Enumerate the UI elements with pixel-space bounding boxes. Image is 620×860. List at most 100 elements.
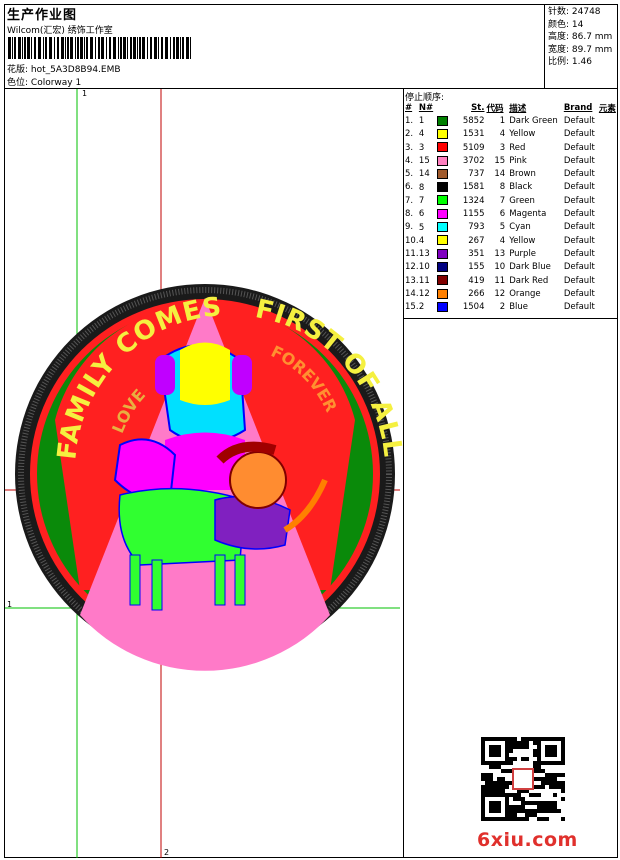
- qr-module: [533, 801, 537, 805]
- qr-module: [529, 793, 533, 797]
- qr-module: [509, 805, 513, 809]
- qr-module: [561, 749, 565, 753]
- qr-module: [509, 741, 513, 745]
- qr-module: [505, 805, 509, 809]
- qr-module: [545, 809, 549, 813]
- qr-module: [561, 757, 565, 761]
- qr-module: [497, 765, 501, 769]
- qr-module: [525, 813, 529, 817]
- qr-module: [533, 813, 537, 817]
- qr-module: [561, 781, 565, 785]
- qr-module: [481, 785, 485, 789]
- top-dog-ear-right: [232, 355, 252, 395]
- qr-module: [501, 793, 505, 797]
- guide-label-top: 1: [82, 89, 88, 98]
- green-dog-leg: [234, 554, 246, 606]
- qr-module: [497, 817, 501, 821]
- qr-module: [509, 813, 513, 817]
- qr-module: [521, 805, 525, 809]
- qr-module: [497, 737, 501, 741]
- qr-module: [517, 797, 521, 801]
- qr-module: [525, 757, 529, 761]
- qr-module: [489, 781, 493, 785]
- qr-module: [505, 793, 509, 797]
- qr-module: [501, 777, 505, 781]
- qr-module: [517, 817, 521, 821]
- qr-module: [541, 761, 545, 765]
- qr-module: [549, 745, 553, 749]
- qr-module: [497, 753, 501, 757]
- qr-module: [489, 801, 493, 805]
- orange-dog-head: [229, 451, 287, 509]
- qr-module: [545, 781, 549, 785]
- qr-module: [489, 765, 493, 769]
- qr-module: [533, 809, 537, 813]
- qr-module: [557, 809, 561, 813]
- qr-module: [505, 813, 509, 817]
- qr-module: [541, 769, 545, 773]
- qr-module: [561, 773, 565, 777]
- qr-module: [541, 777, 545, 781]
- qr-module: [549, 777, 553, 781]
- qr-module: [481, 797, 485, 801]
- qr-module: [521, 817, 525, 821]
- qr-module: [485, 789, 489, 793]
- qr-module: [553, 781, 557, 785]
- qr-module: [561, 761, 565, 765]
- qr-module: [525, 745, 529, 749]
- qr-module: [485, 777, 489, 781]
- qr-module: [489, 737, 493, 741]
- watermark-logo: 6xiu.com: [477, 829, 578, 851]
- qr-module: [517, 793, 521, 797]
- qr-module: [481, 737, 485, 741]
- qr-module: [489, 745, 493, 749]
- qr-module: [513, 793, 517, 797]
- qr-module: [509, 737, 513, 741]
- qr-module: [501, 789, 505, 793]
- qr-module: [529, 813, 533, 817]
- qr-module: [545, 761, 549, 765]
- qr-module: [533, 741, 537, 745]
- qr-module: [505, 785, 509, 789]
- qr-module: [493, 749, 497, 753]
- qr-module: [545, 801, 549, 805]
- qr-module: [493, 805, 497, 809]
- qr-module: [553, 801, 557, 805]
- qr-module: [489, 777, 493, 781]
- qr-module: [485, 737, 489, 741]
- qr-module: [533, 749, 537, 753]
- qr-module: [521, 737, 525, 741]
- qr-module: [513, 805, 517, 809]
- green-dog-leg: [129, 554, 141, 606]
- qr-module: [537, 777, 541, 781]
- qr-module: [497, 761, 501, 765]
- qr-module: [481, 793, 485, 797]
- qr-module: [497, 789, 501, 793]
- qr-module: [537, 757, 541, 761]
- qr-module: [505, 817, 509, 821]
- qr-module: [481, 777, 485, 781]
- qr-module: [521, 797, 525, 801]
- qr-module: [561, 789, 565, 793]
- qr-module: [533, 793, 537, 797]
- qr-module: [517, 809, 521, 813]
- qr-module: [553, 749, 557, 753]
- qr-module: [497, 749, 501, 753]
- qr-module: [505, 781, 509, 785]
- qr-module: [489, 785, 493, 789]
- qr-module: [545, 805, 549, 809]
- qr-module: [481, 745, 485, 749]
- qr-module: [529, 809, 533, 813]
- qr-module: [533, 737, 537, 741]
- qr-module: [497, 745, 501, 749]
- guide-label-bottom: 2: [164, 848, 170, 857]
- qr-module: [537, 761, 541, 765]
- qr-module: [509, 761, 513, 765]
- qr-module: [545, 773, 549, 777]
- qr-module: [501, 785, 505, 789]
- qr-module: [509, 745, 513, 749]
- qr-module: [553, 805, 557, 809]
- qr-module: [489, 789, 493, 793]
- qr-module: [537, 809, 541, 813]
- qr-module: [557, 785, 561, 789]
